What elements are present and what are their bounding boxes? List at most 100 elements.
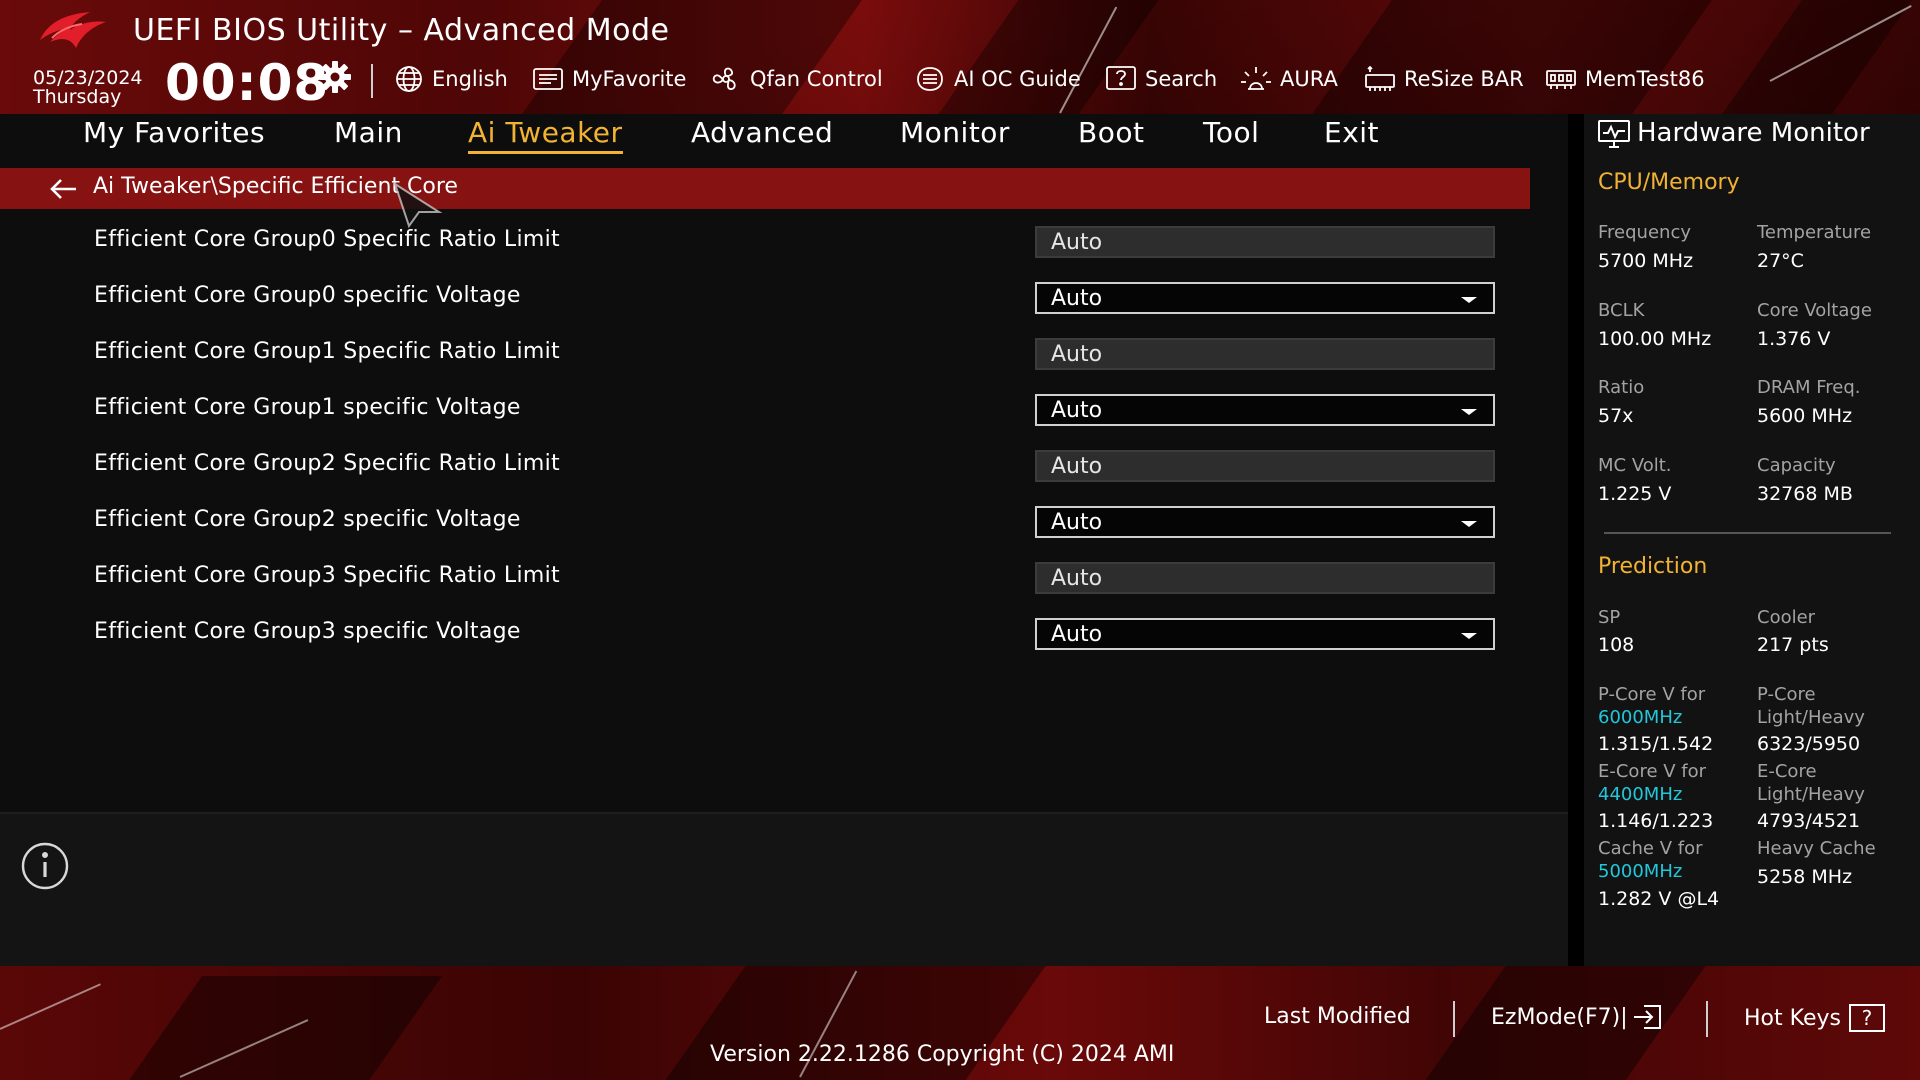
toolbar-memtest86-label: MemTest86 <box>1585 67 1705 91</box>
toolbar-english-label: English <box>432 67 508 91</box>
pcore-lh-value: 6323/5950 <box>1757 733 1861 755</box>
ratio-label: Ratio <box>1598 377 1645 398</box>
last-modified-button[interactable]: Last Modified <box>1264 1004 1411 1029</box>
pcore-v-freq: 6000MHz <box>1598 707 1683 728</box>
tab-ai-tweaker[interactable]: Ai Tweaker <box>468 116 623 154</box>
toolbar-myfavorite-label: MyFavorite <box>572 67 687 91</box>
setting-label[interactable]: Efficient Core Group2 Specific Ratio Lim… <box>94 451 560 476</box>
footer-separator <box>1453 1001 1455 1037</box>
ecore-v-label: E-Core V for <box>1598 761 1707 782</box>
toolbar-aura-label: AURA <box>1280 67 1338 91</box>
caret-down-icon <box>1461 409 1477 415</box>
setting-value-text: Auto <box>1051 286 1103 311</box>
setting-value-readonly: Auto <box>1035 226 1495 258</box>
setting-value-text: Auto <box>1051 342 1103 367</box>
weekday-display: Thursday <box>33 86 122 108</box>
setting-label[interactable]: Efficient Core Group1 Specific Ratio Lim… <box>94 339 560 364</box>
pcore-v-label: P-Core V for <box>1598 684 1706 705</box>
setting-label[interactable]: Efficient Core Group1 specific Voltage <box>94 395 521 420</box>
ecore-lh-label: E-Core <box>1757 761 1817 782</box>
setting-label[interactable]: Efficient Core Group3 specific Voltage <box>94 619 521 644</box>
sp-label: SP <box>1598 607 1621 628</box>
capacity-value: 32768 MB <box>1757 483 1853 505</box>
footer-separator <box>1706 1001 1708 1037</box>
setting-value-text: Auto <box>1051 230 1103 255</box>
tab-advanced[interactable]: Advanced <box>691 116 833 149</box>
setting-label[interactable]: Efficient Core Group2 specific Voltage <box>94 507 521 532</box>
toolbar-ai-oc-guide-label: AI OC Guide <box>954 67 1081 91</box>
setting-dropdown[interactable]: Auto <box>1035 618 1495 650</box>
tab-main[interactable]: Main <box>334 116 403 149</box>
mouse-cursor-icon <box>393 182 443 228</box>
dram-freq-value: 5600 MHz <box>1757 405 1853 427</box>
tab-monitor[interactable]: Monitor <box>900 116 1010 149</box>
setting-label[interactable]: Efficient Core Group0 Specific Ratio Lim… <box>94 227 560 252</box>
heavy-cache-label: Heavy Cache <box>1757 838 1876 859</box>
toolbar-english[interactable]: English <box>394 64 508 94</box>
bclk-value: 100.00 MHz <box>1598 328 1712 350</box>
resize-bar-icon <box>1365 65 1395 91</box>
setting-value-text: Auto <box>1051 510 1103 535</box>
setting-value-readonly: Auto <box>1035 562 1495 594</box>
cpu-memory-heading: CPU/Memory <box>1598 170 1740 195</box>
toolbar-memtest86[interactable]: MemTest86 <box>1545 64 1705 94</box>
hot-keys-button[interactable]: Hot Keys ? <box>1744 1004 1885 1032</box>
setting-label[interactable]: Efficient Core Group3 Specific Ratio Lim… <box>94 563 560 588</box>
tab-my-favorites[interactable]: My Favorites <box>83 116 265 149</box>
pcore-v-value: 1.315/1.542 <box>1598 733 1714 755</box>
setting-value-text: Auto <box>1051 566 1103 591</box>
cooler-value: 217 pts <box>1757 634 1829 656</box>
info-icon <box>21 842 69 890</box>
setting-value-readonly: Auto <box>1035 338 1495 370</box>
aura-light-icon <box>1241 67 1271 90</box>
core-voltage-label: Core Voltage <box>1757 300 1872 321</box>
frequency-label: Frequency <box>1598 222 1691 243</box>
app-title: UEFI BIOS Utility – Advanced Mode <box>133 13 670 48</box>
cache-v-freq: 5000MHz <box>1598 861 1683 882</box>
back-arrow-icon[interactable] <box>48 176 78 202</box>
caret-down-icon <box>1461 297 1477 303</box>
temperature-label: Temperature <box>1757 222 1872 243</box>
tab-tool[interactable]: Tool <box>1203 116 1259 149</box>
tab-boot[interactable]: Boot <box>1078 116 1144 149</box>
toolbar-ai-oc-guide[interactable]: AI OC Guide <box>914 64 1081 94</box>
toolbar-aura[interactable]: AURA <box>1240 64 1338 94</box>
setting-dropdown[interactable]: Auto <box>1035 394 1495 426</box>
setting-value-text: Auto <box>1051 398 1103 423</box>
ecore-v-freq: 4400MHz <box>1598 784 1683 805</box>
memory-icon <box>1546 70 1576 89</box>
ecore-lh-label-2: Light/Heavy <box>1757 784 1865 805</box>
bclk-label: BCLK <box>1598 300 1645 321</box>
setting-value-text: Auto <box>1051 454 1103 479</box>
pcore-lh-label: P-Core <box>1757 684 1816 705</box>
heavy-cache-value: 5258 MHz <box>1757 866 1853 888</box>
setting-dropdown[interactable]: Auto <box>1035 282 1495 314</box>
cache-v-label: Cache V for <box>1598 838 1703 859</box>
hardware-monitor-title: Hardware Monitor <box>1637 118 1870 148</box>
clock-display[interactable]: 00:08 <box>165 54 329 112</box>
toolbar-resize-bar-label: ReSize BAR <box>1404 67 1524 91</box>
toolbar-qfan-control[interactable]: Qfan Control <box>710 64 883 94</box>
dram-freq-label: DRAM Freq. <box>1757 377 1861 398</box>
ezmode-label: EzMode(F7)| <box>1491 1004 1628 1030</box>
breadcrumb[interactable]: Ai Tweaker\Specific Efficient Core <box>0 168 1530 209</box>
help-description-area <box>0 812 1568 966</box>
ecore-lh-value: 4793/4521 <box>1757 810 1861 832</box>
toolbar-resize-bar[interactable]: ReSize BAR <box>1364 64 1524 94</box>
setting-dropdown[interactable]: Auto <box>1035 506 1495 538</box>
toolbar-myfavorite[interactable]: MyFavorite <box>532 64 686 94</box>
favorite-list-icon <box>533 68 563 90</box>
globe-icon <box>396 66 422 92</box>
setting-value-readonly: Auto <box>1035 450 1495 482</box>
toolbar-qfan-control-label: Qfan Control <box>750 67 883 91</box>
toolbar-search[interactable]: Search <box>1105 64 1217 94</box>
mc-volt-value: 1.225 V <box>1598 483 1672 505</box>
tab-exit[interactable]: Exit <box>1324 116 1379 149</box>
caret-down-icon <box>1461 521 1477 527</box>
setting-label[interactable]: Efficient Core Group0 specific Voltage <box>94 283 521 308</box>
gear-icon[interactable] <box>318 60 352 94</box>
setting-value-text: Auto <box>1051 622 1103 647</box>
header-separator <box>371 64 373 98</box>
prediction-heading: Prediction <box>1598 554 1708 579</box>
ezmode-button[interactable]: EzMode(F7)| <box>1491 1004 1664 1030</box>
